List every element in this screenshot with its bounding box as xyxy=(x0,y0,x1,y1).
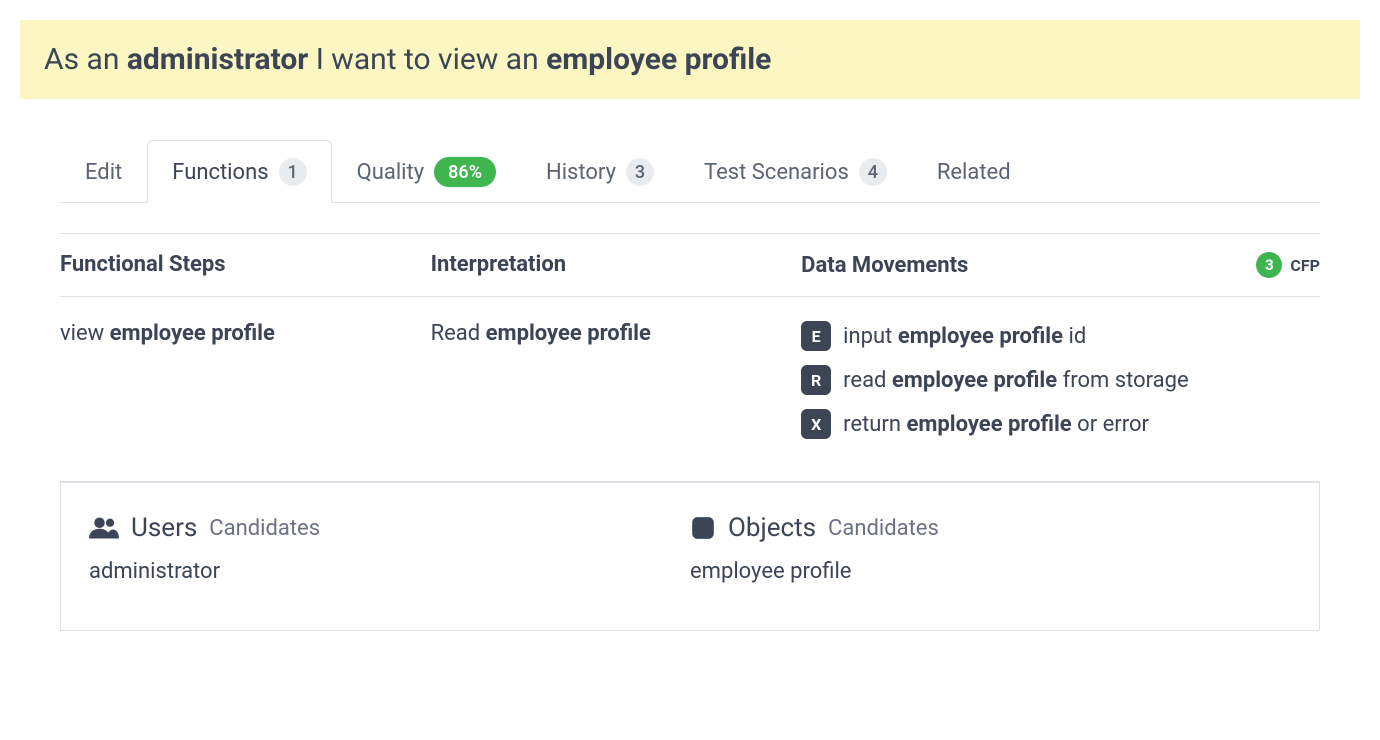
header-interpretation: Interpretation xyxy=(431,252,802,278)
movement-badge-e: E xyxy=(801,321,831,351)
cfp-label: CFP xyxy=(1290,256,1320,275)
movement-text: return employee profile or error xyxy=(843,412,1149,437)
objects-candidate-value: employee profile xyxy=(690,559,1291,584)
tab-test-scenarios-label: Test Scenarios xyxy=(704,160,849,185)
tab-related[interactable]: Related xyxy=(912,140,1036,203)
tab-quality-percent: 86% xyxy=(434,157,496,187)
users-candidates-header: Users Candidates xyxy=(89,513,690,543)
cfp-badge: 3 CFP xyxy=(1256,252,1320,278)
table-header-row: Functional Steps Interpretation Data Mov… xyxy=(60,234,1320,297)
cell-functional-step: view employee profile xyxy=(60,321,431,439)
movement-badge-r: R xyxy=(801,365,831,395)
objects-candidates-header: Objects Candidates xyxy=(690,513,1291,543)
tab-edit[interactable]: Edit xyxy=(60,140,147,203)
tab-functions[interactable]: Functions 1 xyxy=(147,140,331,203)
candidates-panel: Users Candidates administrator Objects C… xyxy=(60,481,1320,631)
banner-role: administrator xyxy=(127,42,308,77)
movement-read: R read employee profile from storage xyxy=(801,365,1320,395)
tab-bar: Edit Functions 1 Quality 86% History 3 T… xyxy=(60,139,1320,203)
step-pre: view xyxy=(60,321,110,346)
users-subtitle: Candidates xyxy=(209,516,320,541)
step-bold: employee profile xyxy=(110,321,275,346)
users-candidate-value: administrator xyxy=(89,559,690,584)
cell-interpretation: Read employee profile xyxy=(431,321,802,439)
movement-entry: E input employee profile id xyxy=(801,321,1320,351)
cell-data-movements: E input employee profile id R read emplo… xyxy=(801,321,1320,439)
interp-pre: Read xyxy=(431,321,486,346)
tab-edit-label: Edit xyxy=(85,160,122,185)
objects-subtitle: Candidates xyxy=(828,516,939,541)
users-icon xyxy=(89,516,119,540)
tab-test-scenarios-count: 4 xyxy=(859,158,887,186)
tab-test-scenarios[interactable]: Test Scenarios 4 xyxy=(679,140,912,203)
banner-object: employee profile xyxy=(546,42,771,77)
object-icon xyxy=(690,515,716,541)
tab-related-label: Related xyxy=(937,160,1011,185)
users-candidates: Users Candidates administrator xyxy=(89,513,690,584)
tab-history-label: History xyxy=(546,160,616,185)
interp-bold: employee profile xyxy=(486,321,651,346)
tab-quality-label: Quality xyxy=(357,160,425,185)
banner-mid: I want to view an xyxy=(308,42,546,77)
banner-pre: As an xyxy=(44,42,127,77)
header-functional-steps: Functional Steps xyxy=(60,252,431,278)
tab-history[interactable]: History 3 xyxy=(521,140,679,203)
movement-exit: X return employee profile or error xyxy=(801,409,1320,439)
header-data-movements: Data Movements xyxy=(801,253,968,278)
movement-text: input employee profile id xyxy=(843,324,1086,349)
movement-text: read employee profile from storage xyxy=(843,368,1189,393)
functions-table: Functional Steps Interpretation Data Mov… xyxy=(60,233,1320,471)
story-banner: As an administrator I want to view an em… xyxy=(20,20,1360,99)
tab-history-count: 3 xyxy=(626,158,654,186)
tab-functions-count: 1 xyxy=(279,158,307,186)
cfp-count: 3 xyxy=(1256,252,1282,278)
table-row: view employee profile Read employee prof… xyxy=(60,297,1320,471)
users-title: Users xyxy=(131,513,197,543)
tab-functions-label: Functions xyxy=(172,160,268,185)
tab-quality[interactable]: Quality 86% xyxy=(332,140,521,203)
objects-title: Objects xyxy=(728,513,816,543)
objects-candidates: Objects Candidates employee profile xyxy=(690,513,1291,584)
movement-badge-x: X xyxy=(801,409,831,439)
